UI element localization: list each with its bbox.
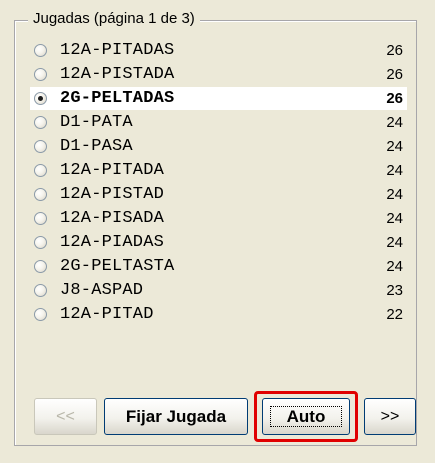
play-score: 24	[386, 161, 403, 179]
play-score: 24	[386, 114, 403, 132]
play-option[interactable]: 2G-PELTADAS 26	[30, 86, 407, 111]
play-word: D1-PATA	[60, 113, 133, 133]
radio-icon[interactable]	[34, 259, 47, 273]
next-page-button[interactable]: >>	[364, 398, 416, 435]
radio-icon[interactable]	[34, 68, 47, 82]
auto-button-label: Auto	[286, 406, 326, 426]
play-word: 2G-PELTASTA	[60, 256, 175, 276]
play-option[interactable]: 12A-PITADAS 26	[30, 39, 407, 63]
play-word: 12A-PITAD	[60, 304, 154, 324]
play-score: 24	[386, 209, 403, 227]
fix-play-button[interactable]: Fijar Jugada	[104, 398, 248, 435]
play-score: 24	[386, 257, 403, 275]
play-word: 12A-PISTAD	[60, 184, 165, 204]
radio-icon[interactable]	[34, 92, 47, 106]
play-word: 2G-PELTADAS	[60, 89, 175, 109]
play-option[interactable]: D1-PATA 24	[30, 111, 407, 135]
plays-window: Jugadas (página 1 de 3) 12A-PITADAS 26 12A…	[0, 0, 435, 463]
group-title: Jugadas (página 1 de 3)	[28, 9, 200, 29]
play-score: 26	[386, 42, 403, 60]
play-option[interactable]: J8-ASPAD 23	[30, 278, 407, 302]
play-word: 12A-PISTADA	[60, 65, 175, 85]
radio-icon[interactable]	[34, 140, 47, 153]
play-word: 12A-PITADAS	[60, 41, 175, 61]
radio-icon[interactable]	[34, 283, 47, 297]
play-option[interactable]: 12A-PIADAS 24	[30, 231, 407, 255]
play-option[interactable]: D1-PASA 24	[30, 135, 407, 159]
radio-icon[interactable]	[34, 211, 47, 225]
play-option[interactable]: 12A-PISADA 24	[30, 207, 407, 231]
play-score: 24	[386, 138, 403, 155]
radio-icon[interactable]	[34, 307, 47, 321]
play-word: D1-PASA	[60, 137, 133, 156]
previous-page-button[interactable]: <<	[34, 398, 97, 435]
radio-icon[interactable]	[34, 44, 47, 58]
radio-icon[interactable]	[34, 235, 47, 249]
play-score: 24	[386, 185, 403, 203]
radio-icon[interactable]	[34, 187, 47, 201]
radio-icon[interactable]	[34, 116, 47, 130]
play-word: J8-ASPAD	[60, 280, 144, 300]
play-option[interactable]: 12A-PITAD 22	[30, 302, 407, 326]
play-score: 23	[386, 281, 403, 299]
play-option[interactable]: 12A-PISTADA 26	[30, 63, 407, 87]
play-score: 24	[386, 233, 403, 251]
play-score: 26	[386, 90, 403, 108]
play-list: 12A-PITADAS 26 12A-PISTADA 26 2G-PELTADAS 26 D…	[30, 39, 407, 326]
auto-button[interactable]: Auto	[262, 398, 350, 435]
play-word: 12A-PITADA	[60, 160, 165, 180]
play-option[interactable]: 2G-PELTASTA 24	[30, 254, 407, 278]
play-word: 12A-PISADA	[60, 208, 165, 228]
play-word: 12A-PIADAS	[60, 232, 165, 252]
play-option[interactable]: 12A-PISTAD 24	[30, 183, 407, 207]
play-score: 22	[386, 305, 403, 323]
radio-icon[interactable]	[34, 163, 47, 177]
play-score: 26	[386, 66, 403, 84]
play-option[interactable]: 12A-PITADA 24	[30, 159, 407, 183]
